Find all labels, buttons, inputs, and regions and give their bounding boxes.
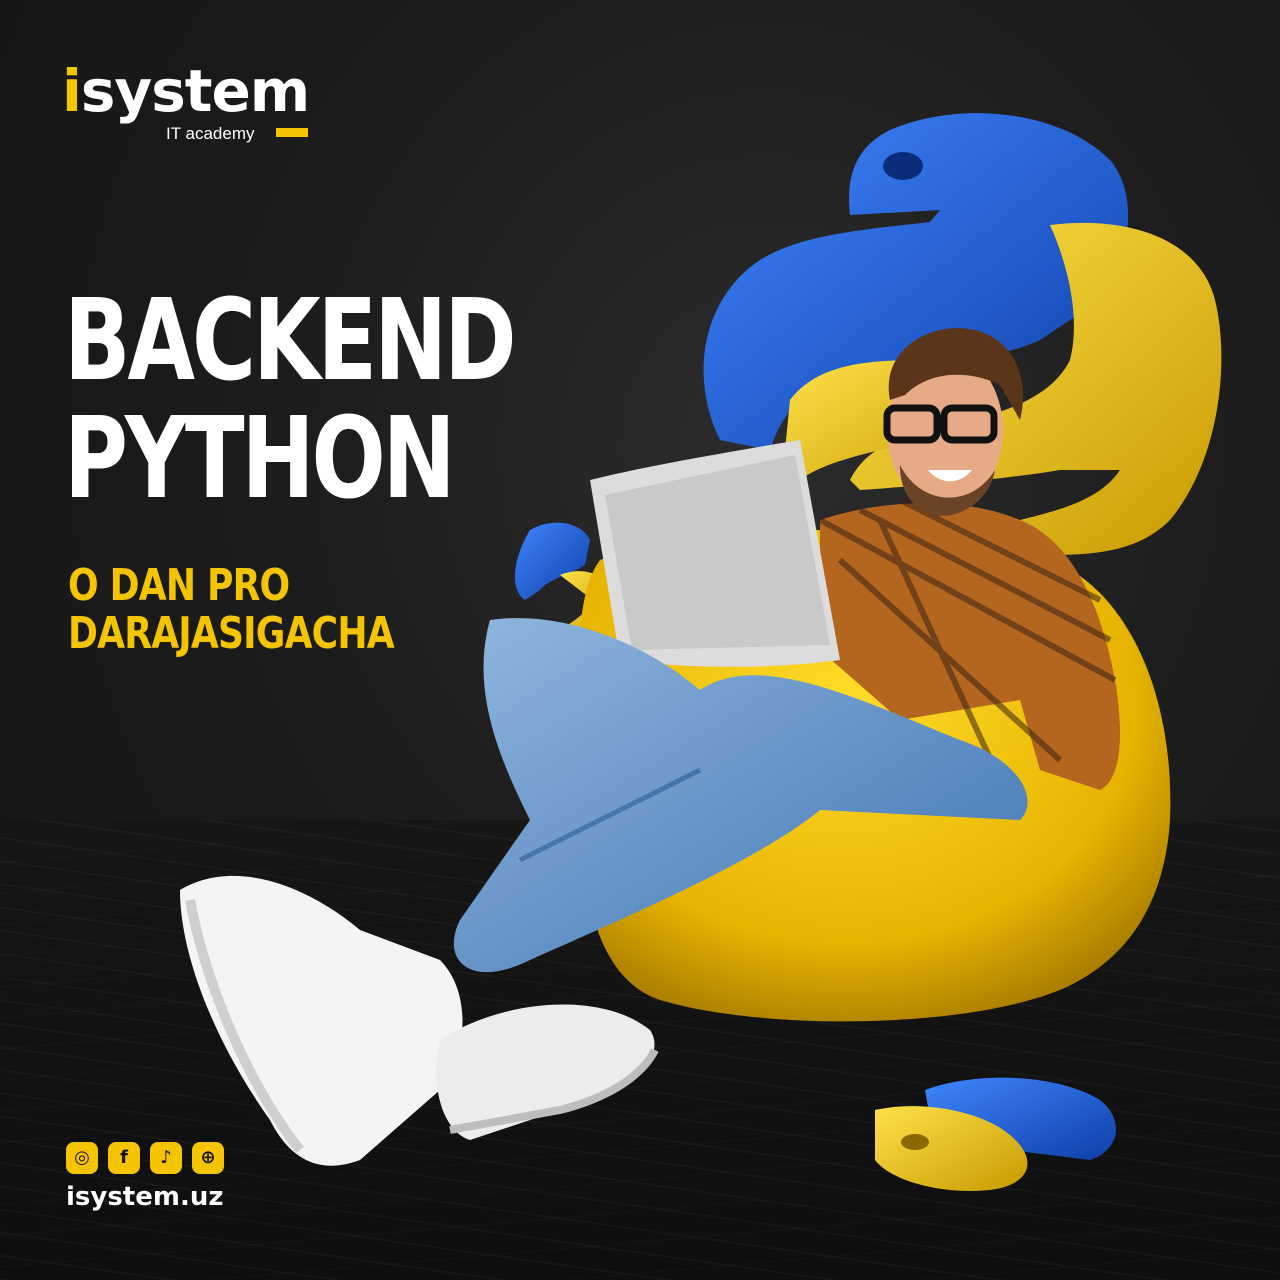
subheadline-line-1: O DAN PRO	[68, 560, 290, 611]
python-logo-floor	[875, 1077, 1117, 1191]
headline-line-1: BACKEND	[64, 276, 517, 406]
social-links: ◎ f ♪ ⊕	[66, 1142, 226, 1178]
headline: BACKEND PYTHON	[64, 276, 517, 524]
website-url[interactable]: isystem.uz	[66, 1182, 224, 1212]
facebook-icon[interactable]: f	[108, 1142, 140, 1174]
poster: isystem IT academy BACKEND PYTHON O DAN …	[0, 0, 1280, 1280]
brand-name-rest: system	[80, 57, 310, 125]
globe-icon[interactable]: ⊕	[192, 1142, 224, 1174]
instagram-icon[interactable]: ◎	[66, 1142, 98, 1174]
brand-logo: isystem IT academy	[62, 58, 312, 148]
headline-line-2: PYTHON	[64, 394, 456, 524]
tiktok-icon[interactable]: ♪	[150, 1142, 182, 1174]
sneaker-back	[436, 1004, 655, 1140]
brand-accent-bar	[276, 128, 308, 137]
subheadline-line-2: DARAJASIGACHA	[68, 608, 395, 659]
brand-tagline: IT academy	[166, 124, 255, 143]
brand-initial: i	[62, 57, 82, 125]
brand-wordmark: isystem	[62, 57, 310, 125]
subheadline: O DAN PRO DARAJASIGACHA	[68, 562, 445, 658]
